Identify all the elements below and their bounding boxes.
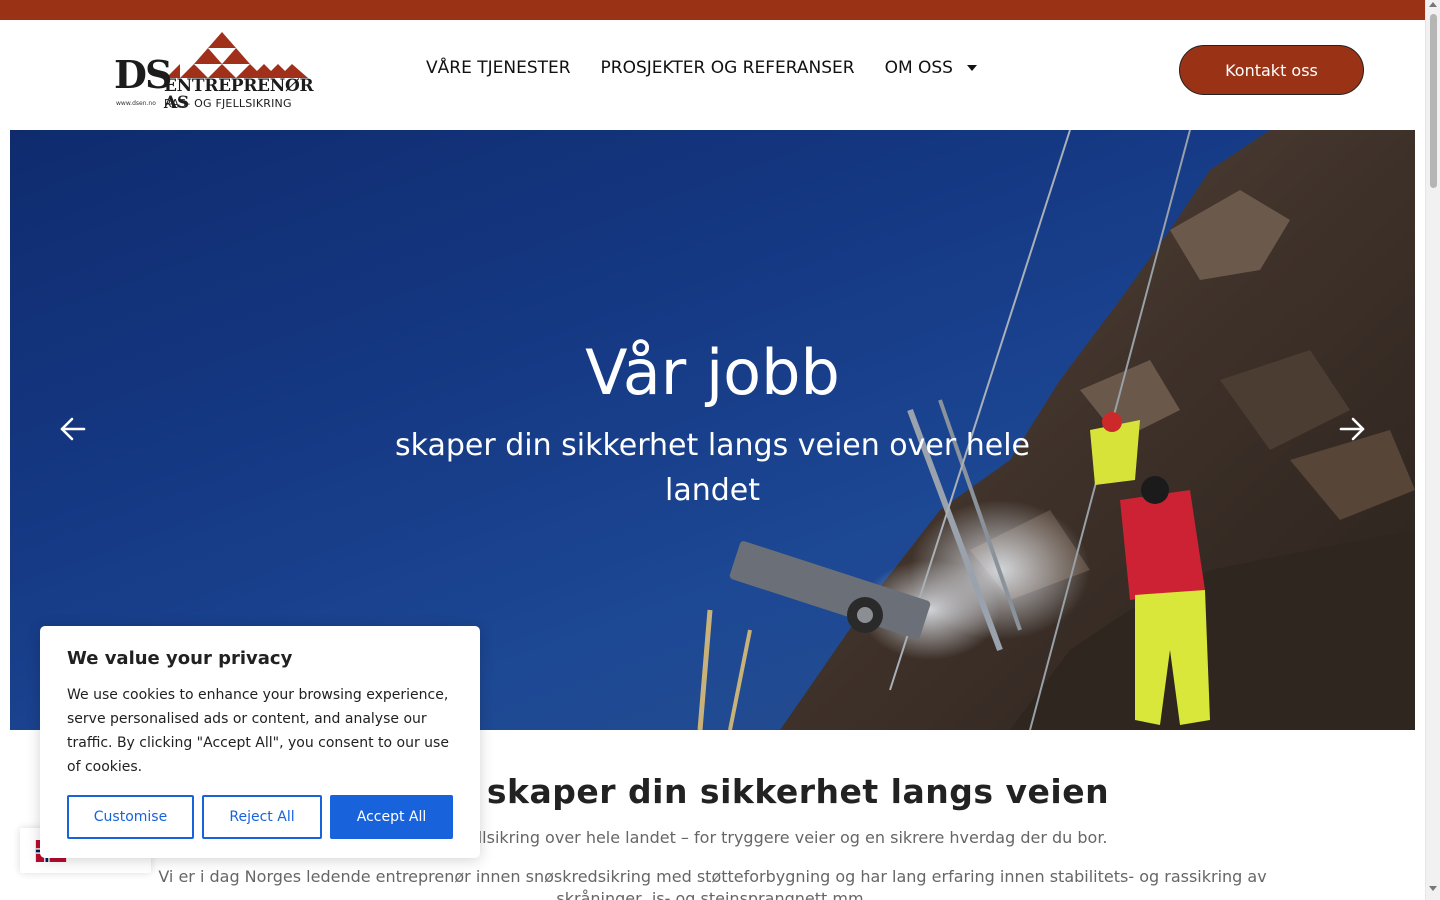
scrollbar-thumb[interactable] — [1430, 14, 1437, 188]
nav-item-about[interactable]: OM OSS — [885, 58, 977, 78]
logo-triangles-icon — [166, 32, 308, 78]
nav-item-services[interactable]: VÅRE TJENESTER — [426, 58, 571, 78]
contact-button[interactable]: Kontakt oss — [1179, 45, 1364, 95]
cookie-consent-banner: We value your privacy We use cookies to … — [40, 626, 480, 858]
caret-down-icon[interactable] — [966, 65, 977, 71]
scroll-up-icon[interactable] — [1429, 2, 1437, 7]
customise-button[interactable]: Customise — [67, 795, 194, 839]
hero-title: Vår jobb — [585, 336, 840, 409]
main-navigation: VÅRE TJENESTER PROSJEKTER OG REFERANSER … — [426, 58, 977, 78]
scroll-down-icon[interactable] — [1429, 886, 1437, 891]
nav-item-about-label: OM OSS — [884, 58, 953, 78]
logo-url-text: www.dsen.no — [116, 100, 156, 107]
arrow-right-icon[interactable] — [1336, 413, 1368, 445]
logo-ds-text: DS — [114, 52, 172, 97]
site-header: DS ENTREPRENØR AS www.dsen.no RAS- OG FJ… — [0, 20, 1425, 130]
hero-subtitle: skaper din sikkerhet langs veien over he… — [394, 428, 1031, 508]
reject-all-button[interactable]: Reject All — [202, 795, 322, 839]
accept-all-button[interactable]: Accept All — [330, 795, 453, 839]
arrow-left-icon[interactable] — [57, 413, 89, 445]
nav-item-projects[interactable]: PROSJEKTER OG REFERANSER — [601, 58, 855, 78]
cookie-description: We use cookies to enhance your browsing … — [67, 687, 449, 775]
page-scrollbar[interactable] — [1425, 0, 1440, 900]
intro-paragraph-2: Vi er i dag Norges ledende entreprenør i… — [158, 867, 1267, 900]
company-logo[interactable]: DS ENTREPRENØR AS www.dsen.no RAS- OG FJ… — [112, 30, 318, 112]
cookie-title: We value your privacy — [67, 648, 293, 669]
top-accent-strip — [0, 0, 1425, 20]
logo-tagline: RAS- OG FJELLSIKRING — [164, 97, 292, 110]
